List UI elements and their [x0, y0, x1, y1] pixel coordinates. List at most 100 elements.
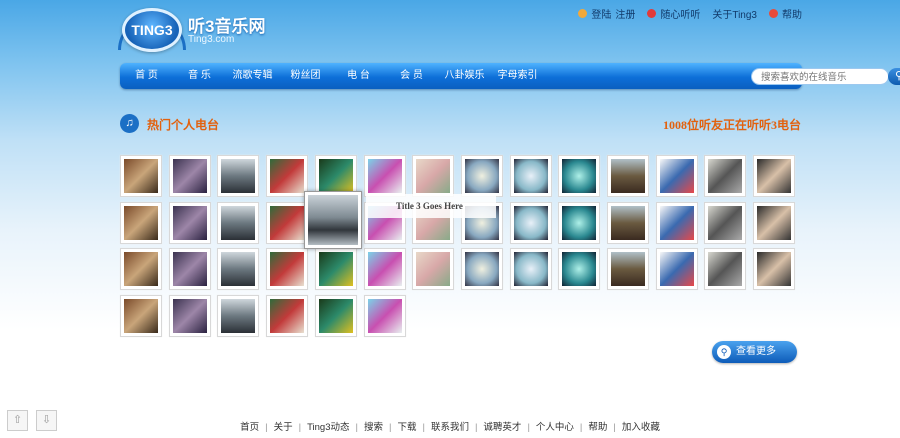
- radio-thumbnail[interactable]: [217, 155, 259, 197]
- radio-thumbnail[interactable]: [169, 295, 211, 337]
- thumbnail-image: [660, 159, 694, 193]
- thumbnail-image: [611, 159, 645, 193]
- radio-thumbnail[interactable]: [266, 155, 308, 197]
- radio-thumbnail[interactable]: [510, 155, 552, 197]
- footer-link[interactable]: 帮助: [588, 422, 607, 433]
- radio-thumbnail[interactable]: [656, 248, 698, 290]
- footer-separator: |: [613, 422, 616, 433]
- thumbnail-image: [124, 252, 158, 286]
- radio-thumbnail[interactable]: [217, 248, 259, 290]
- footer-link[interactable]: Ting3动态: [307, 422, 349, 433]
- radio-thumbnail[interactable]: [217, 295, 259, 337]
- more-button[interactable]: ⚲ 查看更多: [712, 341, 797, 363]
- hover-preview[interactable]: [304, 191, 362, 249]
- nav-item[interactable]: 字母索引: [491, 63, 544, 89]
- thumbnail-image: [708, 252, 742, 286]
- radio-thumbnail[interactable]: [607, 155, 649, 197]
- nav-item[interactable]: 首 页: [120, 63, 173, 89]
- account-links: 登陆 注册: [578, 6, 635, 21]
- radio-thumbnail[interactable]: [169, 202, 211, 244]
- thumbnail-image: [708, 206, 742, 240]
- thumbnail-image: [514, 252, 548, 286]
- footer-link[interactable]: 下载: [397, 422, 416, 433]
- radio-thumbnail[interactable]: [169, 155, 211, 197]
- nav-item[interactable]: 会 员: [385, 63, 438, 89]
- radio-thumbnail[interactable]: [169, 248, 211, 290]
- thumbnail-image: [173, 252, 207, 286]
- radio-thumbnail[interactable]: [120, 248, 162, 290]
- login-link[interactable]: 登陆: [591, 6, 611, 21]
- nav-item[interactable]: 流歌专辑: [226, 63, 279, 89]
- radio-thumbnail[interactable]: [461, 155, 503, 197]
- help-group: 帮助: [769, 6, 802, 21]
- radio-thumbnail[interactable]: [704, 202, 746, 244]
- footer-links: 首页 | 关于 | Ting3动态 | 搜索 | 下载 | 联系我们 | 诚聘英才 | 个人中心 | 帮助 | 加入…: [0, 419, 900, 433]
- radio-thumbnail[interactable]: [753, 155, 795, 197]
- thumbnail-image: [465, 252, 499, 286]
- scroll-up-icon[interactable]: ⇧: [7, 410, 28, 431]
- search-button[interactable]: ⚲: [888, 68, 900, 85]
- radio-thumbnail[interactable]: [120, 202, 162, 244]
- footer-separator: |: [422, 422, 425, 433]
- radio-thumbnail[interactable]: [364, 248, 406, 290]
- thumbnail-image: [368, 252, 402, 286]
- random-listen-group: 随心听听: [647, 6, 700, 21]
- radio-thumbnail[interactable]: [753, 202, 795, 244]
- help-link[interactable]: 帮助: [782, 6, 802, 21]
- radio-thumbnail[interactable]: [607, 248, 649, 290]
- search-input[interactable]: [761, 70, 885, 85]
- radio-thumbnail[interactable]: [412, 155, 454, 197]
- radio-thumbnail[interactable]: [558, 202, 600, 244]
- radio-thumbnail[interactable]: [558, 248, 600, 290]
- site-logo[interactable]: TING3 听3音乐网 Ting3.com: [118, 6, 272, 54]
- top-links: 登陆 注册 随心听听 关于Ting3 帮助: [578, 6, 802, 21]
- radio-thumbnail[interactable]: [315, 248, 357, 290]
- about-link[interactable]: 关于Ting3: [712, 6, 757, 21]
- radio-thumbnail[interactable]: [704, 248, 746, 290]
- radio-thumbnail[interactable]: [753, 248, 795, 290]
- thumbnail-image: [221, 252, 255, 286]
- radio-thumbnail[interactable]: [412, 248, 454, 290]
- thumbnail-image: [611, 206, 645, 240]
- footer-link[interactable]: 首页: [240, 422, 259, 433]
- footer-link[interactable]: 联系我们: [431, 422, 469, 433]
- thumbnail-image: [173, 299, 207, 333]
- radio-thumbnail[interactable]: [315, 295, 357, 337]
- nav-item[interactable]: 八卦娱乐: [438, 63, 491, 89]
- thumbnail-image: [660, 252, 694, 286]
- nav-item[interactable]: 电 台: [332, 63, 385, 89]
- footer-link[interactable]: 关于: [274, 422, 293, 433]
- radio-thumbnail[interactable]: [120, 155, 162, 197]
- radio-thumbnail[interactable]: [364, 155, 406, 197]
- footer-link[interactable]: 加入收藏: [622, 422, 660, 433]
- thumbnail-image: [124, 299, 158, 333]
- footer-link[interactable]: 个人中心: [536, 422, 574, 433]
- radio-thumbnail[interactable]: [266, 248, 308, 290]
- thumbnail-image: [416, 252, 450, 286]
- thumbnail-image: [221, 299, 255, 333]
- footer-link[interactable]: 搜索: [364, 422, 383, 433]
- radio-thumbnail[interactable]: [217, 202, 259, 244]
- radio-thumbnail[interactable]: [461, 248, 503, 290]
- radio-thumbnail[interactable]: [266, 202, 308, 244]
- radio-thumbnail[interactable]: [364, 295, 406, 337]
- radio-thumbnail[interactable]: [120, 295, 162, 337]
- radio-thumbnail[interactable]: [656, 155, 698, 197]
- radio-thumbnail[interactable]: [266, 295, 308, 337]
- thumbnail-image: [270, 159, 304, 193]
- footer-link[interactable]: 诚聘英才: [483, 422, 521, 433]
- radio-thumbnail[interactable]: [558, 155, 600, 197]
- logo-name-en: Ting3.com: [188, 34, 235, 45]
- radio-thumbnail[interactable]: [656, 202, 698, 244]
- radio-thumbnail[interactable]: [704, 155, 746, 197]
- radio-thumbnail[interactable]: [510, 248, 552, 290]
- scroll-down-icon[interactable]: ⇩: [36, 410, 57, 431]
- thumbnail-image: [757, 206, 791, 240]
- random-listen-link[interactable]: 随心听听: [660, 6, 700, 21]
- thumbnail-image: [124, 206, 158, 240]
- radio-thumbnail[interactable]: [607, 202, 649, 244]
- nav-item[interactable]: 粉丝团: [279, 63, 332, 89]
- register-link[interactable]: 注册: [615, 6, 635, 21]
- nav-item[interactable]: 音 乐: [173, 63, 226, 89]
- radio-thumbnail[interactable]: [510, 202, 552, 244]
